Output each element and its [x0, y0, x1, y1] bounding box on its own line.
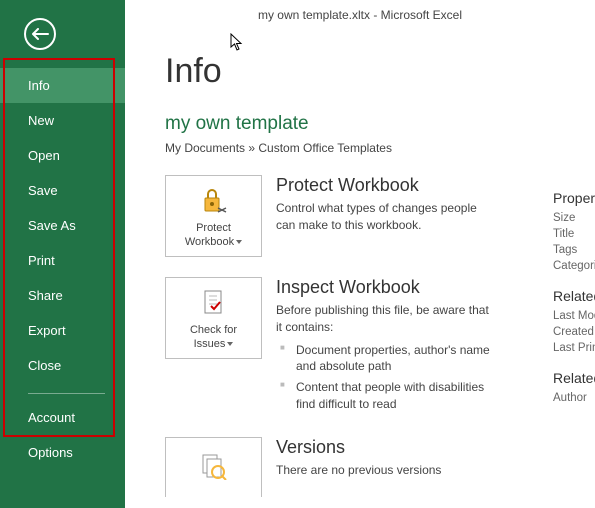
inspect-button-label-2: Issues — [194, 338, 226, 350]
main-content: Info my own template My Documents » Cust… — [125, 0, 595, 508]
backstage-sidebar: Info New Open Save Save As Print Share E… — [0, 0, 125, 508]
sidebar-item-print[interactable]: Print — [0, 243, 125, 278]
back-button[interactable] — [24, 18, 56, 50]
protect-desc: Control what types of changes people can… — [276, 200, 496, 234]
versions-heading: Versions — [276, 437, 441, 458]
related-people-heading: Related People — [553, 370, 595, 386]
sidebar-item-options[interactable]: Options — [0, 435, 125, 470]
prop-title-label: Title — [553, 228, 595, 240]
versions-icon — [200, 448, 228, 484]
prop-size-label: Size — [553, 212, 595, 224]
sidebar-item-info[interactable]: Info — [0, 68, 125, 103]
prop-last-printed-label: Last Printed — [553, 342, 595, 354]
related-dates-heading: Related Dates — [553, 288, 595, 304]
check-for-issues-button[interactable]: Check for Issues — [165, 277, 262, 359]
chevron-down-icon — [236, 240, 242, 244]
protect-workbook-button[interactable]: Protect Workbook — [165, 175, 262, 257]
back-arrow-icon — [31, 28, 49, 40]
document-check-icon — [201, 285, 227, 321]
versions-section: Versions There are no previous versions — [165, 437, 595, 497]
properties-panel: Properties Size Title Tags Categories Re… — [553, 190, 595, 420]
inspect-button-label-1: Check for — [190, 324, 237, 336]
protect-button-label-2: Workbook — [185, 236, 234, 248]
lock-icon — [200, 183, 228, 219]
manage-versions-button[interactable] — [165, 437, 262, 497]
prop-tags-label: Tags — [553, 244, 595, 256]
inspect-bullet: Content that people with disabilities fi… — [276, 379, 496, 413]
document-title: my own template — [165, 113, 595, 135]
sidebar-item-save-as[interactable]: Save As — [0, 208, 125, 243]
protect-button-label-1: Protect — [196, 222, 231, 234]
chevron-down-icon — [227, 342, 233, 346]
protect-heading: Protect Workbook — [276, 175, 496, 196]
inspect-desc: Before publishing this file, be aware th… — [276, 302, 496, 336]
page-heading: Info — [165, 52, 595, 91]
inspect-bullet: Document properties, author's name and a… — [276, 342, 496, 376]
prop-categories-label: Categories — [553, 260, 595, 272]
prop-author-label: Author — [553, 392, 595, 404]
sidebar-item-close[interactable]: Close — [0, 348, 125, 383]
properties-heading: Properties — [553, 190, 595, 206]
sidebar-item-account[interactable]: Account — [0, 400, 125, 435]
sidebar-menu: Info New Open Save Save As Print Share E… — [0, 68, 125, 470]
sidebar-item-new[interactable]: New — [0, 103, 125, 138]
sidebar-item-save[interactable]: Save — [0, 173, 125, 208]
sidebar-separator — [28, 393, 105, 394]
sidebar-item-open[interactable]: Open — [0, 138, 125, 173]
prop-created-label: Created — [553, 326, 595, 338]
prop-last-modified-label: Last Modified — [553, 310, 595, 322]
versions-desc: There are no previous versions — [276, 462, 441, 479]
sidebar-item-share[interactable]: Share — [0, 278, 125, 313]
inspect-heading: Inspect Workbook — [276, 277, 496, 298]
document-path: My Documents » Custom Office Templates — [165, 141, 595, 155]
protect-section: Protect Workbook Protect Workbook Contro… — [165, 175, 595, 257]
inspect-bullets: Document properties, author's name and a… — [276, 342, 496, 413]
sidebar-item-export[interactable]: Export — [0, 313, 125, 348]
inspect-section: Check for Issues Inspect Workbook Before… — [165, 277, 595, 417]
